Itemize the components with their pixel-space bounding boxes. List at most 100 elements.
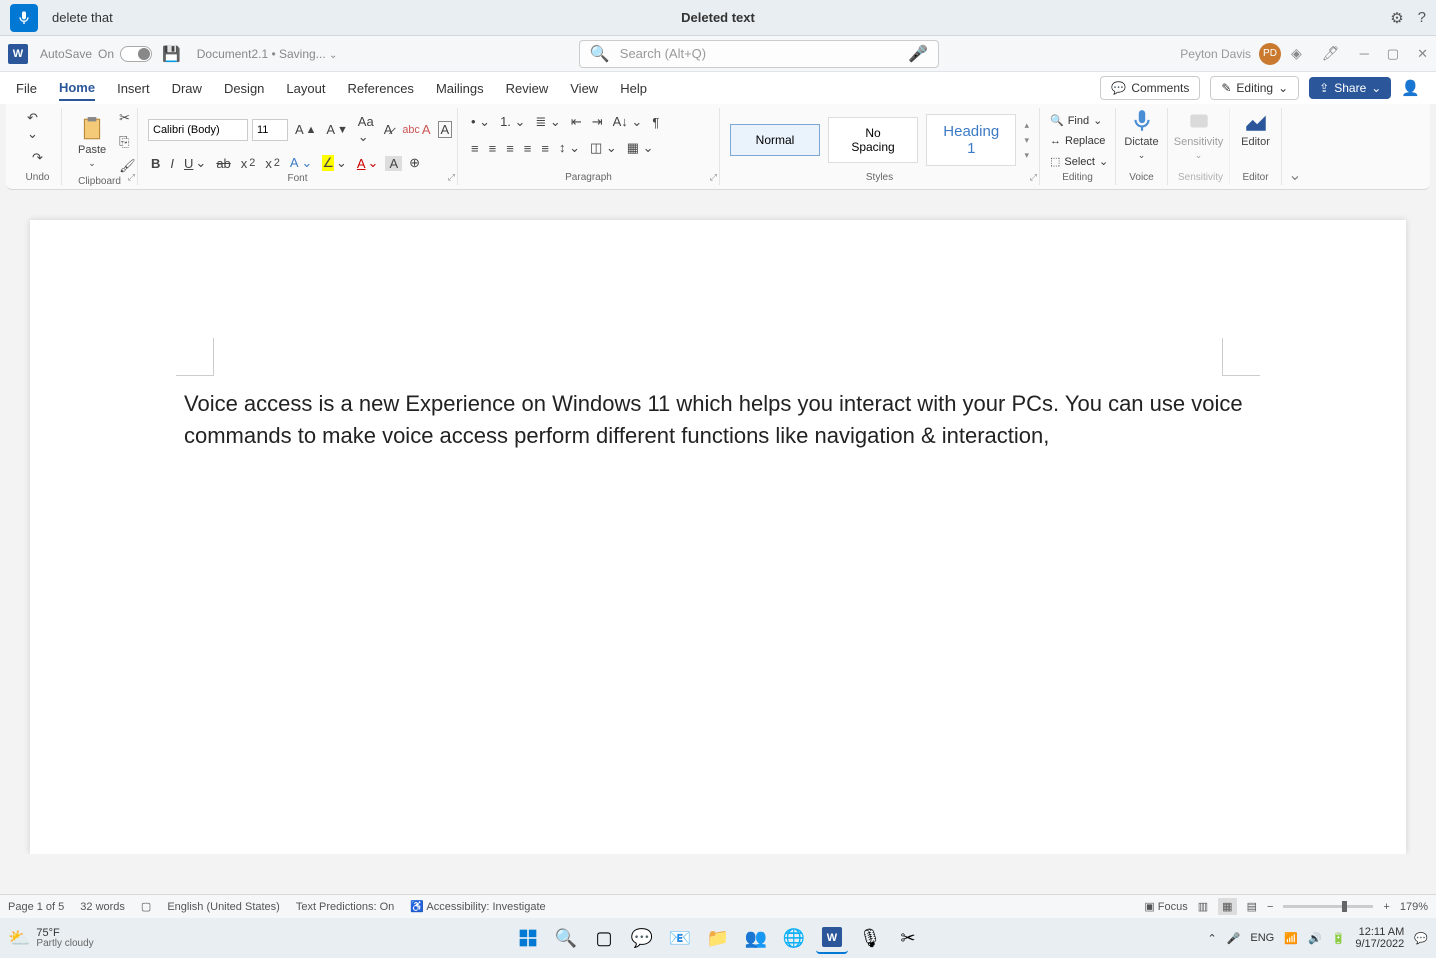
tray-battery-icon[interactable]: 🔋 xyxy=(1332,932,1346,945)
styles-down-icon[interactable]: ▾ xyxy=(1024,135,1029,146)
pen-icon[interactable]: 🖊 xyxy=(1322,45,1340,62)
status-words[interactable]: 32 words xyxy=(80,901,125,913)
grow-font-button[interactable]: A▲ xyxy=(292,120,319,139)
char-border-button[interactable]: A xyxy=(438,121,453,138)
italic-button[interactable]: I xyxy=(167,154,177,173)
font-color-button[interactable]: A ⌄ xyxy=(354,153,382,173)
tray-mic-icon[interactable]: 🎤 xyxy=(1227,932,1241,945)
style-normal[interactable]: Normal xyxy=(730,124,820,156)
shading-button[interactable]: ◫ ⌄ xyxy=(587,138,620,158)
zoom-out-button[interactable]: − xyxy=(1267,901,1273,913)
align-center-button[interactable]: ≡ xyxy=(486,139,500,158)
present-icon[interactable]: 👤 xyxy=(1401,79,1420,97)
tray-notification-icon[interactable]: 💬 xyxy=(1414,932,1428,945)
print-layout-icon[interactable]: ▦ xyxy=(1218,898,1236,915)
document-title[interactable]: Document2.1 • Saving... ⌄ xyxy=(197,47,338,61)
decrease-indent-button[interactable]: ⇤ xyxy=(568,112,585,132)
editor-button[interactable]: Editor xyxy=(1240,108,1271,148)
numbering-button[interactable]: 1. ⌄ xyxy=(497,112,528,132)
autosave-toggle[interactable]: AutoSave On xyxy=(40,46,152,62)
user-name[interactable]: Peyton Davis xyxy=(1180,47,1251,61)
zoom-slider[interactable] xyxy=(1283,905,1373,908)
bold-button[interactable]: B xyxy=(148,154,163,173)
widgets-icon[interactable]: 💬 xyxy=(626,922,658,954)
font-size-select[interactable] xyxy=(252,119,288,141)
tab-view[interactable]: View xyxy=(570,77,598,100)
copy-button[interactable]: ⎘ xyxy=(116,132,139,152)
diamond-icon[interactable]: ◈ xyxy=(1291,45,1302,62)
styles-launcher-icon[interactable]: ⤢ xyxy=(1030,172,1037,183)
find-button[interactable]: 🔍 Find ⌄ xyxy=(1050,112,1105,129)
document-body-text[interactable]: Voice access is a new Experience on Wind… xyxy=(184,388,1252,452)
align-left-button[interactable]: ≡ xyxy=(468,139,482,158)
cut-button[interactable]: ✂ xyxy=(116,108,139,128)
status-predictions[interactable]: Text Predictions: On xyxy=(296,901,394,913)
tab-insert[interactable]: Insert xyxy=(117,77,150,100)
comments-button[interactable]: 💬 Comments xyxy=(1100,76,1200,100)
align-right-button[interactable]: ≡ xyxy=(503,139,517,158)
tab-mailings[interactable]: Mailings xyxy=(436,77,484,100)
weather-widget[interactable]: ⛅ 75°F Partly cloudy xyxy=(8,928,94,949)
zoom-level[interactable]: 179% xyxy=(1400,901,1428,913)
tab-file[interactable]: File xyxy=(16,77,37,100)
tray-lang[interactable]: ENG xyxy=(1250,932,1274,944)
font-launcher-icon[interactable]: ⤢ xyxy=(448,172,455,183)
borders-button[interactable]: ▦ ⌄ xyxy=(624,138,657,158)
change-case-button[interactable]: Aa ⌄ xyxy=(355,112,377,147)
undo-button[interactable]: ↶ ⌄ xyxy=(24,108,51,144)
tab-design[interactable]: Design xyxy=(224,77,264,100)
dictate-button[interactable]: Dictate⌄ xyxy=(1126,108,1157,161)
distributed-button[interactable]: ≡ xyxy=(538,139,552,158)
tab-layout[interactable]: Layout xyxy=(286,77,325,100)
voice-access-taskbar-icon[interactable]: 🎙 xyxy=(854,922,886,954)
clipboard-launcher-icon[interactable]: ⤢ xyxy=(128,172,135,183)
tab-help[interactable]: Help xyxy=(620,77,647,100)
showhide-button[interactable]: ¶ xyxy=(649,113,662,132)
paste-button[interactable]: Paste⌄ xyxy=(72,116,112,169)
clear-format-button[interactable]: A̷ xyxy=(381,120,396,139)
search-taskbar-icon[interactable]: 🔍 xyxy=(550,922,582,954)
shrink-font-button[interactable]: A▼ xyxy=(323,120,350,139)
superscript-button[interactable]: x2 xyxy=(262,154,283,173)
subscript-button[interactable]: x2 xyxy=(238,154,259,173)
tab-references[interactable]: References xyxy=(347,77,413,100)
style-heading1[interactable]: Heading 1 xyxy=(926,114,1016,166)
editing-mode-button[interactable]: ✎ Editing ⌄ xyxy=(1210,76,1299,100)
styles-more-icon[interactable]: ▾ xyxy=(1024,150,1029,161)
bullets-button[interactable]: • ⌄ xyxy=(468,112,493,132)
voice-mic-button[interactable] xyxy=(10,4,38,32)
save-icon[interactable]: 💾 xyxy=(162,45,181,63)
select-button[interactable]: ⬚ Select ⌄ xyxy=(1050,153,1105,170)
snip-icon[interactable]: ✂ xyxy=(892,922,924,954)
justify-button[interactable]: ≡ xyxy=(521,139,535,158)
tab-review[interactable]: Review xyxy=(506,77,549,100)
phonetic-button[interactable]: abcA xyxy=(399,120,433,139)
focus-mode-button[interactable]: ▣ Focus xyxy=(1144,900,1187,913)
voice-help-icon[interactable]: ? xyxy=(1418,9,1426,27)
status-accessibility[interactable]: ♿ Accessibility: Investigate xyxy=(410,900,545,913)
replace-button[interactable]: ↔ Replace xyxy=(1050,133,1105,149)
zoom-in-button[interactable]: + xyxy=(1383,901,1389,913)
edge-icon[interactable]: 🌐 xyxy=(778,922,810,954)
increase-indent-button[interactable]: ⇥ xyxy=(589,112,606,132)
document-page[interactable]: Voice access is a new Experience on Wind… xyxy=(30,220,1406,854)
highlight-button[interactable]: ∠ ⌄ xyxy=(319,153,350,173)
start-button[interactable] xyxy=(512,922,544,954)
underline-button[interactable]: U ⌄ xyxy=(181,153,209,173)
tray-expand-icon[interactable]: ⌃ xyxy=(1207,932,1216,945)
taskview-icon[interactable]: ▢ xyxy=(588,922,620,954)
search-mic-icon[interactable]: 🎤 xyxy=(908,44,928,64)
status-page[interactable]: Page 1 of 5 xyxy=(8,901,64,913)
line-spacing-button[interactable]: ↕ ⌄ xyxy=(556,138,583,158)
tab-draw[interactable]: Draw xyxy=(172,77,202,100)
tray-clock[interactable]: 12:11 AM 9/17/2022 xyxy=(1355,926,1404,950)
char-shading-button[interactable]: A xyxy=(385,156,402,171)
strike-button[interactable]: ab xyxy=(213,154,233,173)
ribbon-collapse-button[interactable]: ⌄ xyxy=(1282,108,1308,185)
tab-home[interactable]: Home xyxy=(59,76,95,101)
redo-button[interactable]: ↷ xyxy=(29,148,46,168)
voice-settings-icon[interactable]: ⚙ xyxy=(1390,9,1403,27)
maximize-button[interactable]: ▢ xyxy=(1387,46,1399,62)
read-mode-icon[interactable]: ▥ xyxy=(1198,900,1208,913)
multilevel-button[interactable]: ≣ ⌄ xyxy=(532,112,563,132)
